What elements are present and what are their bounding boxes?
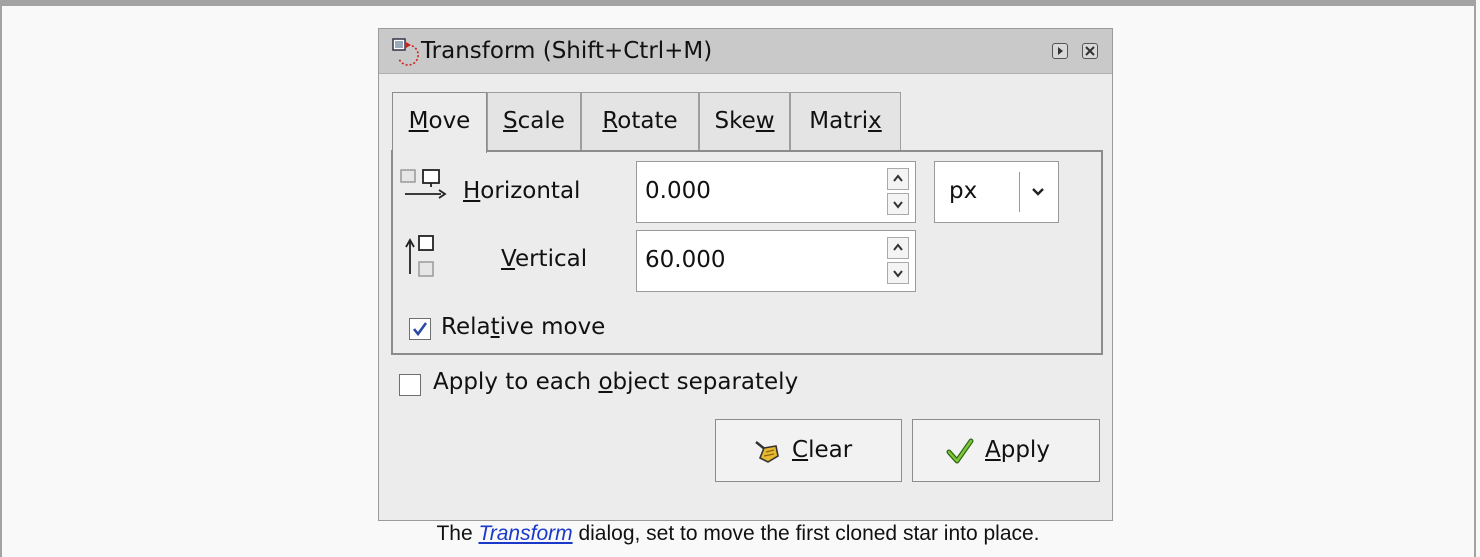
apply-each-checkbox[interactable]	[399, 374, 421, 396]
horizontal-increment[interactable]	[887, 168, 909, 190]
unit-value: px	[949, 178, 978, 204]
apply-check-icon	[946, 438, 974, 464]
horizontal-input[interactable]	[645, 173, 875, 209]
horizontal-label: Horizontal	[463, 178, 581, 204]
horizontal-spinbox[interactable]	[636, 161, 916, 223]
clear-label: Clear	[792, 437, 853, 463]
vertical-label: Vertical	[501, 246, 588, 272]
vertical-decrement[interactable]	[887, 262, 909, 284]
tab-matrix[interactable]: Matrix	[790, 92, 901, 150]
apply-each-label: Apply to each object separately	[433, 369, 799, 395]
chevron-up-icon	[893, 243, 903, 251]
dialog-title: Transform (Shift+Ctrl+M)	[421, 38, 713, 64]
collapse-button[interactable]	[1052, 43, 1068, 59]
horizontal-decrement[interactable]	[887, 193, 909, 215]
chevron-up-icon	[893, 174, 903, 182]
transform-link[interactable]: Transform	[478, 522, 572, 545]
clear-button[interactable]: Clear	[715, 419, 902, 482]
close-icon	[1085, 46, 1095, 56]
tab-scale[interactable]: Scale	[487, 92, 581, 150]
unit-select[interactable]: px	[934, 161, 1059, 223]
vertical-increment[interactable]	[887, 237, 909, 259]
vertical-spinbox[interactable]	[636, 230, 916, 292]
tab-rotate[interactable]: Rotate	[581, 92, 699, 150]
transform-icon	[392, 38, 419, 66]
vertical-move-icon	[405, 235, 434, 277]
relative-move-label: Relative move	[441, 314, 606, 340]
broom-icon	[755, 441, 779, 463]
figure-caption: The Transform dialog, set to move the fi…	[436, 522, 1040, 545]
move-panel: Horizontal px Vertica	[391, 150, 1103, 355]
horizontal-move-icon	[400, 169, 447, 199]
collapse-icon	[1058, 47, 1063, 55]
apply-label: Apply	[985, 437, 1050, 463]
chevron-down-icon	[893, 201, 903, 209]
chevron-down-icon	[1032, 188, 1044, 196]
dialog-titlebar[interactable]: Transform (Shift+Ctrl+M)	[379, 29, 1112, 74]
transform-dialog: Transform (Shift+Ctrl+M) Move Scale Rota…	[378, 28, 1113, 521]
apply-button[interactable]: Apply	[912, 419, 1100, 482]
relative-move-checkbox[interactable]	[409, 318, 431, 340]
close-button[interactable]	[1082, 43, 1098, 59]
checkmark-icon	[412, 322, 428, 337]
chevron-down-icon	[893, 270, 903, 278]
tab-move[interactable]: Move	[392, 92, 487, 153]
vertical-input[interactable]	[645, 242, 875, 278]
tab-skew[interactable]: Skew	[699, 92, 790, 150]
